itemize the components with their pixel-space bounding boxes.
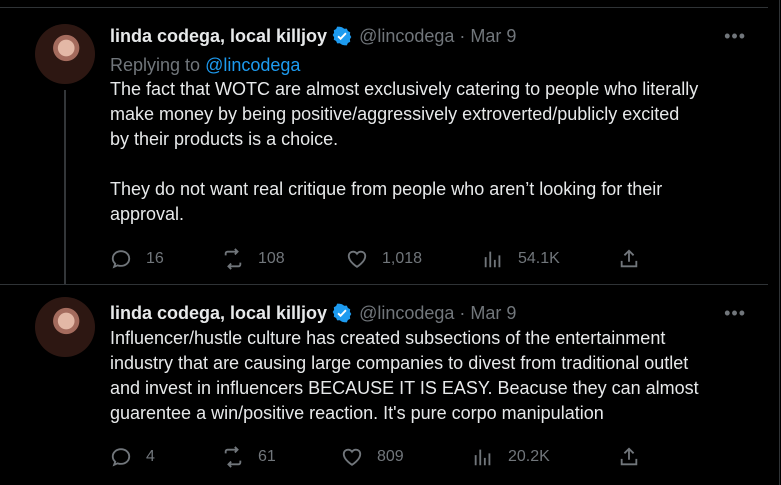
timeline-frame: linda codega, local killjoy @lincodega ·… — [0, 0, 780, 485]
views-button[interactable]: 54.1K — [482, 246, 560, 272]
views-button[interactable]: 20.2K — [472, 444, 550, 470]
top-divider — [0, 0, 768, 8]
more-icon[interactable]: ••• — [724, 26, 746, 46]
repost-icon — [224, 248, 242, 270]
share-icon — [620, 249, 638, 268]
like-count: 809 — [377, 448, 404, 465]
tweet-text: The fact that WOTC are almost exclusivel… — [110, 79, 699, 224]
author-handle[interactable]: @lincodega — [359, 303, 454, 324]
author-name[interactable]: linda codega, local killjoy — [110, 26, 327, 47]
tweet-content: linda codega, local killjoy @lincodega ·… — [110, 300, 750, 426]
separator: · — [459, 302, 466, 323]
reply-button[interactable]: 16 — [110, 246, 164, 272]
share-button[interactable] — [618, 246, 654, 272]
tweet-header: linda codega, local killjoy @lincodega ·… — [110, 23, 750, 49]
replying-handle-link[interactable]: @lincodega — [205, 55, 300, 75]
like-count: 1,018 — [382, 250, 423, 267]
tweet-1[interactable]: linda codega, local killjoy @lincodega ·… — [0, 8, 768, 285]
share-icon — [620, 447, 638, 466]
views-count: 20.2K — [508, 448, 550, 465]
reply-count: 4 — [146, 448, 155, 465]
like-icon — [347, 250, 367, 268]
like-button[interactable]: 809 — [341, 444, 404, 470]
reply-count: 16 — [146, 250, 164, 267]
tweet-date[interactable]: Mar 9 — [470, 26, 516, 47]
tweet-text: Influencer/hustle culture has created su… — [110, 328, 699, 423]
thread-connector-line — [64, 90, 66, 284]
repost-count: 108 — [258, 250, 285, 267]
author-handle[interactable]: @lincodega — [359, 26, 454, 47]
repost-button[interactable]: 61 — [222, 444, 276, 470]
separator: · — [459, 25, 466, 46]
tweet-date[interactable]: Mar 9 — [470, 303, 516, 324]
tweet-content: linda codega, local killjoy @lincodega ·… — [110, 23, 750, 227]
repost-count: 61 — [258, 448, 276, 465]
replying-to: Replying to @lincodega — [110, 53, 750, 77]
tweet-actions: 4 61 809 20.2K — [110, 444, 779, 470]
author-name[interactable]: linda codega, local killjoy — [110, 303, 327, 324]
tweet-actions: 16 108 1,018 54.1K — [110, 246, 768, 272]
verified-badge-icon[interactable] — [332, 303, 352, 323]
views-icon — [484, 251, 501, 268]
more-icon[interactable]: ••• — [724, 303, 746, 323]
views-icon — [474, 449, 491, 466]
reply-icon — [111, 250, 131, 269]
views-count: 54.1K — [518, 250, 560, 267]
share-button[interactable] — [618, 444, 654, 470]
reply-icon — [111, 448, 131, 467]
like-icon — [342, 448, 362, 466]
repost-icon — [224, 446, 242, 468]
reply-button[interactable]: 4 — [110, 444, 155, 470]
repost-button[interactable]: 108 — [222, 246, 285, 272]
replying-prefix: Replying to — [110, 55, 206, 75]
avatar[interactable] — [35, 297, 95, 357]
verified-badge-icon[interactable] — [332, 26, 352, 46]
like-button[interactable]: 1,018 — [346, 246, 422, 272]
tweet-header: linda codega, local killjoy @lincodega ·… — [110, 300, 750, 326]
avatar[interactable] — [35, 24, 95, 84]
